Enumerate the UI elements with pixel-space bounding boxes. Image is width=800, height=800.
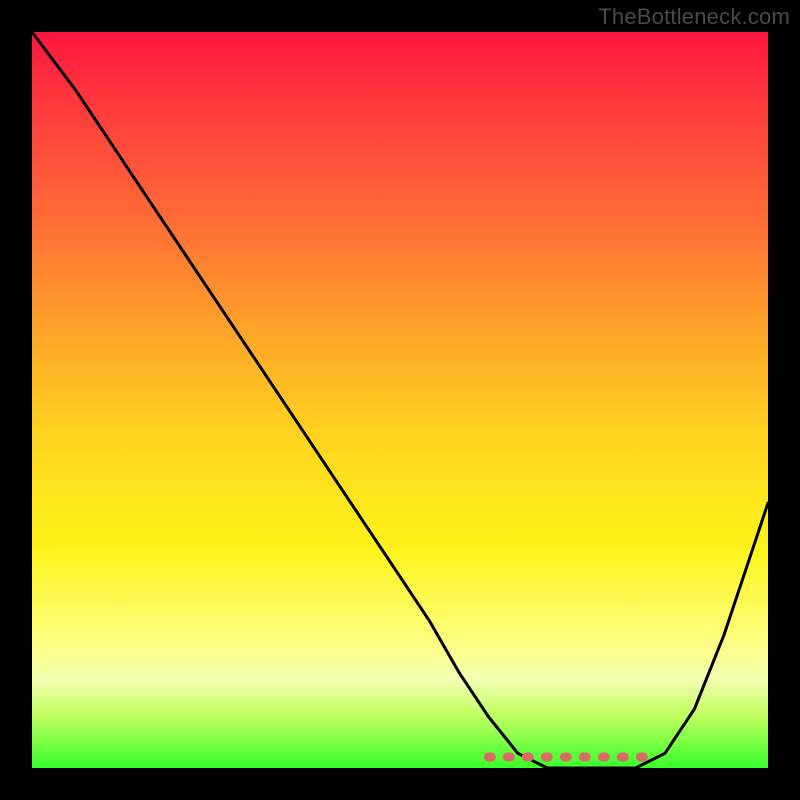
chart-frame: TheBottleneck.com: [0, 0, 800, 800]
watermark-text: TheBottleneck.com: [598, 4, 790, 30]
optimum-band-anchor: [32, 768, 768, 772]
bottleneck-curve: [32, 32, 768, 768]
curve-svg: [32, 32, 768, 768]
plot-area: [32, 32, 768, 768]
